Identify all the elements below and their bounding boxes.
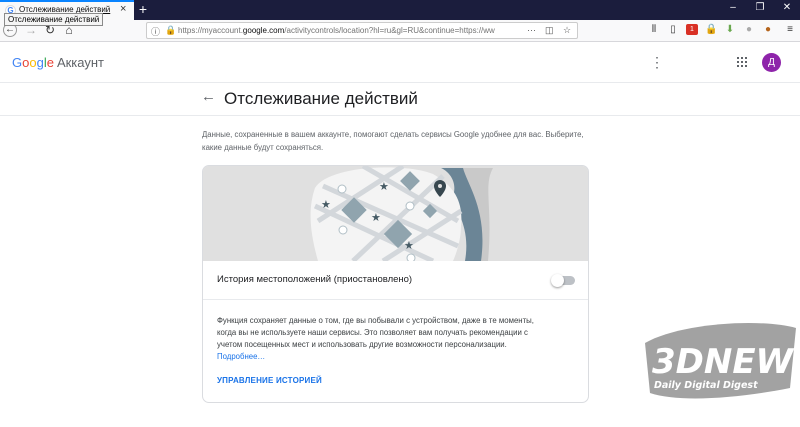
tab-close-icon[interactable]: × bbox=[120, 3, 126, 15]
lock-extension-icon[interactable]: 🔒 bbox=[705, 24, 717, 35]
back-arrow-icon[interactable]: ← bbox=[201, 88, 216, 105]
svg-text:★: ★ bbox=[371, 211, 381, 224]
extension-circle-icon[interactable]: ● bbox=[743, 24, 755, 35]
page-title: Отслеживание действий bbox=[224, 89, 418, 108]
more-options-icon[interactable]: ⋮ bbox=[650, 54, 664, 71]
library-icon[interactable]: ⫴ bbox=[648, 24, 660, 35]
setting-description: Функция сохраняет данные о том, где вы п… bbox=[217, 315, 537, 363]
lock-icon[interactable]: 🔒 bbox=[165, 25, 176, 36]
location-history-setting[interactable]: История местоположений (приостановлено) bbox=[203, 261, 588, 300]
sidebar-icon[interactable]: ▯ bbox=[667, 24, 679, 35]
apps-grid-icon[interactable] bbox=[737, 57, 747, 67]
toggle-knob[interactable] bbox=[551, 274, 564, 287]
restore-icon[interactable]: ❐ bbox=[753, 2, 767, 13]
pocket-icon[interactable]: ◫ bbox=[545, 25, 554, 36]
badge-count: 1 bbox=[690, 26, 694, 33]
page-actions-icon[interactable]: ··· bbox=[527, 25, 536, 35]
watermark-brand: 3DNEWS bbox=[652, 342, 798, 382]
url-text[interactable]: https://myaccount.google.com/activitycon… bbox=[178, 26, 508, 35]
new-tab-button[interactable]: + bbox=[136, 0, 150, 20]
browser-tab-strip: G Отслеживание действий × + – ❐ ✕ bbox=[0, 0, 800, 20]
cookie-icon[interactable]: ● bbox=[762, 24, 774, 35]
download-icon[interactable]: ⬇ bbox=[724, 24, 736, 35]
google-wordmark: Google bbox=[12, 55, 54, 70]
location-history-toggle[interactable] bbox=[551, 274, 575, 287]
page-title-bar: ← Отслеживание действий bbox=[0, 84, 800, 116]
location-history-card: ★ ★ ★ ★ История местоположений (приостан… bbox=[202, 165, 589, 403]
info-icon[interactable]: ⓘ bbox=[151, 25, 160, 38]
url-bar[interactable]: ⓘ 🔒 https://myaccount.google.com/activit… bbox=[146, 22, 578, 39]
account-label: Аккаунт bbox=[56, 55, 105, 70]
city-map-icon: ★ ★ ★ ★ bbox=[203, 166, 588, 264]
tab-tooltip: Отслеживание действий bbox=[4, 13, 104, 26]
account-header: Google Аккаунт ⋮ Д bbox=[0, 43, 800, 83]
svg-text:★: ★ bbox=[379, 180, 389, 193]
manage-history-link[interactable]: УПРАВЛЕНИЕ ИСТОРИЕЙ bbox=[217, 376, 322, 385]
avatar[interactable]: Д bbox=[762, 53, 781, 72]
minimize-icon[interactable]: – bbox=[726, 2, 740, 13]
bookmark-star-icon[interactable]: ☆ bbox=[563, 25, 571, 36]
learn-more-link[interactable]: Подробнее… bbox=[217, 352, 265, 361]
svg-text:★: ★ bbox=[404, 239, 414, 252]
watermark-tagline: Daily Digital Digest bbox=[654, 380, 758, 391]
google-account-logo[interactable]: Google Аккаунт bbox=[12, 55, 104, 70]
extension-badge-icon[interactable]: 1 bbox=[686, 24, 698, 35]
intro-text: Данные, сохраненные в вашем аккаунте, по… bbox=[202, 130, 584, 152]
watermark-logo: 3DNEWS Daily Digital Digest bbox=[640, 318, 800, 403]
map-illustration: ★ ★ ★ ★ bbox=[203, 166, 588, 264]
description-text: Функция сохраняет данные о том, где вы п… bbox=[217, 316, 534, 349]
navigation-bar: ← → ↻ ⌂ ⓘ 🔒 https://myaccount.google.com… bbox=[0, 20, 800, 42]
svg-text:★: ★ bbox=[321, 198, 331, 211]
setting-label: История местоположений (приостановлено) bbox=[217, 274, 413, 285]
close-window-icon[interactable]: ✕ bbox=[780, 2, 794, 13]
menu-icon[interactable]: ≡ bbox=[784, 24, 796, 35]
